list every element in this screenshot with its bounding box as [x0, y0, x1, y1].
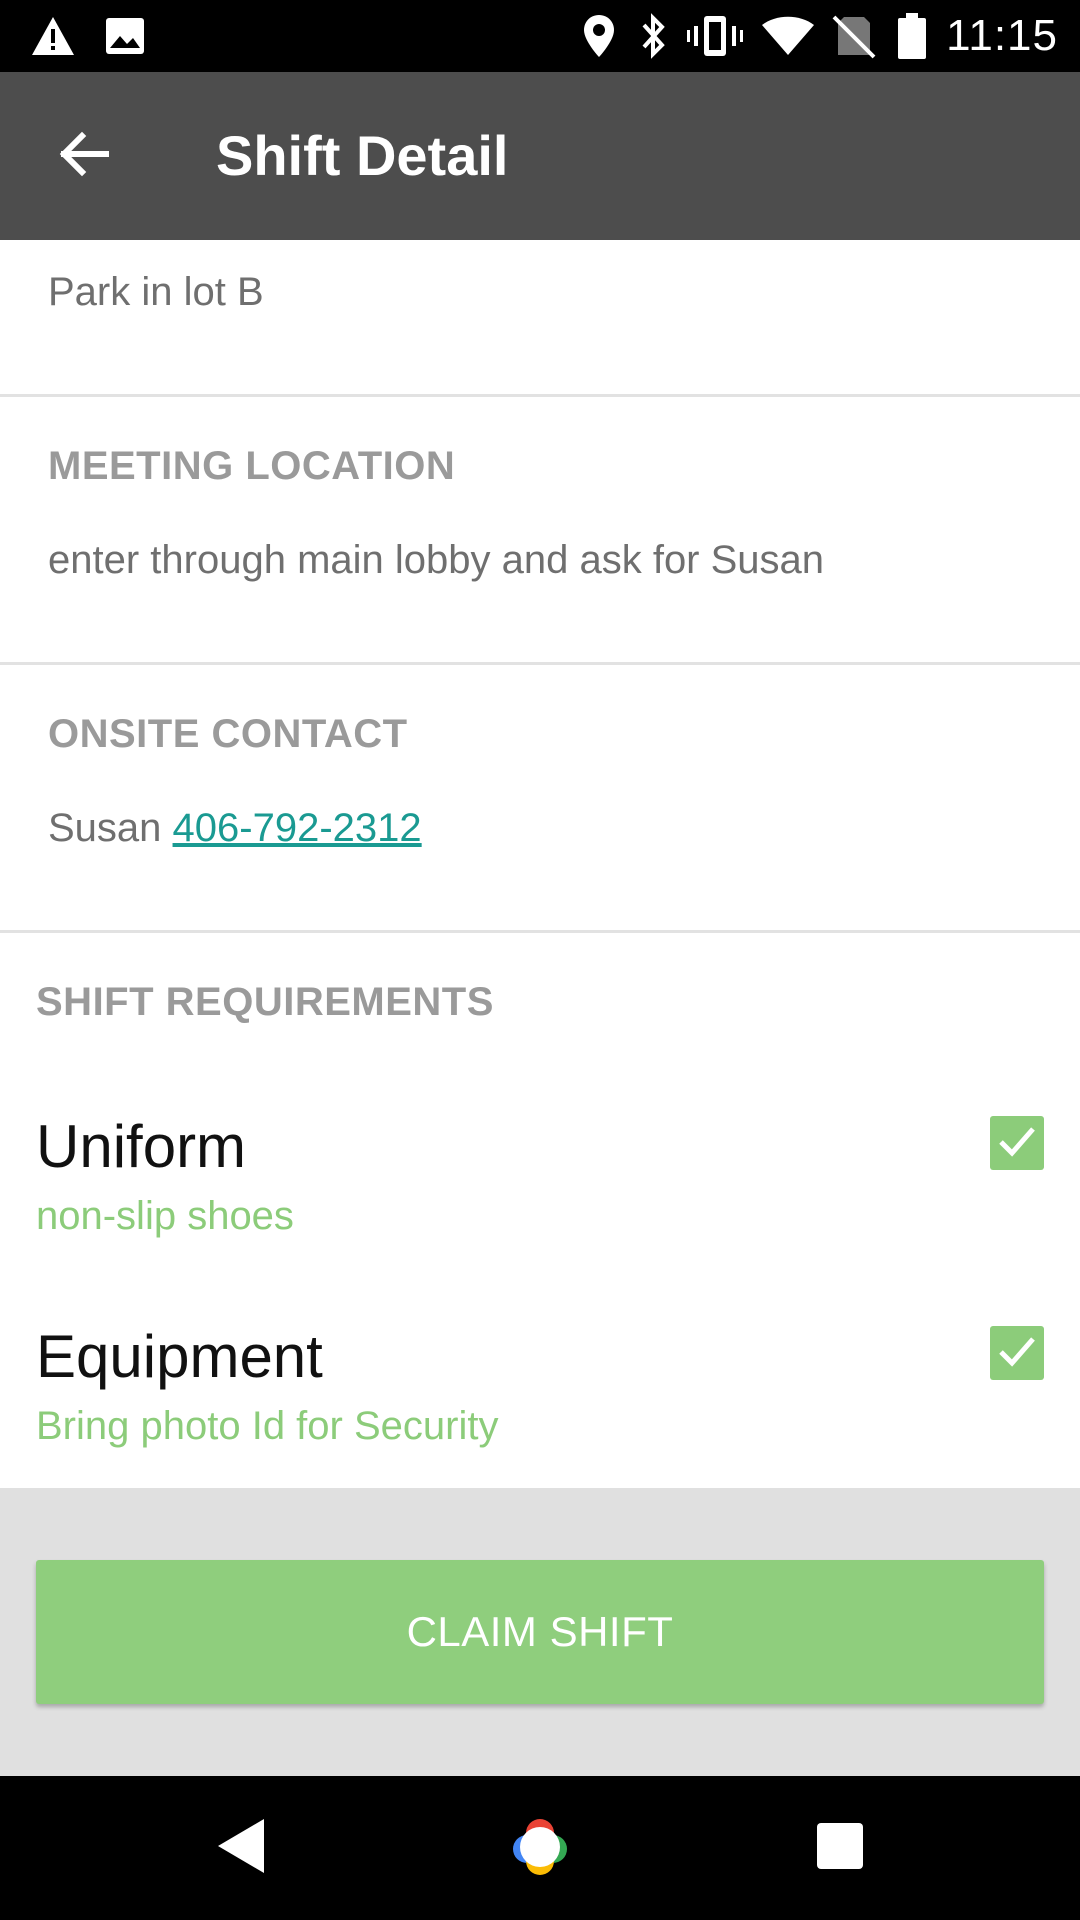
requirement-detail: non-slip shoes: [36, 1194, 294, 1238]
nav-home-button[interactable]: [460, 1776, 620, 1920]
onsite-contact-heading: ONSITE CONTACT: [48, 712, 408, 756]
contact-phone-link[interactable]: 406-792-2312: [173, 806, 422, 850]
page-title: Shift Detail: [216, 124, 509, 187]
back-triangle-icon: [212, 1815, 268, 1882]
nav-recents-button[interactable]: [760, 1776, 920, 1920]
warning-icon: [30, 0, 76, 72]
requirement-title: Uniform: [36, 1113, 247, 1180]
shift-detail-content: Park in lot B MEETING LOCATION enter thr…: [0, 240, 1080, 1488]
no-sim-icon: [832, 0, 876, 72]
status-bar: 11:15: [0, 0, 1080, 72]
vibrate-icon: [686, 0, 744, 72]
battery-icon: [896, 0, 928, 72]
requirement-title: Equipment: [36, 1323, 323, 1390]
claim-shift-button[interactable]: CLAIM SHIFT: [36, 1560, 1044, 1704]
arrow-back-icon: [58, 130, 110, 183]
divider: [0, 930, 1080, 933]
recents-square-icon: [815, 1821, 865, 1876]
home-assistant-icon: [505, 1811, 575, 1886]
nav-back-button[interactable]: [160, 1776, 320, 1920]
divider: [0, 662, 1080, 665]
location-icon: [582, 0, 616, 72]
check-icon: [997, 1124, 1037, 1163]
meeting-location-heading: MEETING LOCATION: [48, 444, 456, 488]
bluetooth-icon: [638, 0, 668, 72]
onsite-contact-text: Susan 406-792-2312: [48, 806, 422, 851]
check-icon: [997, 1334, 1037, 1373]
meeting-location-text: enter through main lobby and ask for Sus…: [48, 538, 825, 582]
shift-requirements-heading: SHIFT REQUIREMENTS: [36, 980, 494, 1024]
app-bar: Shift Detail: [0, 72, 1080, 240]
divider: [0, 394, 1080, 397]
image-icon: [104, 0, 146, 72]
footer: CLAIM SHIFT: [0, 1488, 1080, 1776]
uniform-checkbox[interactable]: [990, 1116, 1044, 1170]
navigation-bar: [0, 1776, 1080, 1920]
wifi-icon: [760, 0, 816, 72]
requirement-detail: Bring photo Id for Security: [36, 1404, 499, 1448]
back-button[interactable]: [36, 108, 132, 204]
equipment-checkbox[interactable]: [990, 1326, 1044, 1380]
contact-name: Susan: [48, 806, 162, 850]
parking-text: Park in lot B: [48, 270, 264, 314]
status-time: 11:15: [946, 11, 1058, 60]
